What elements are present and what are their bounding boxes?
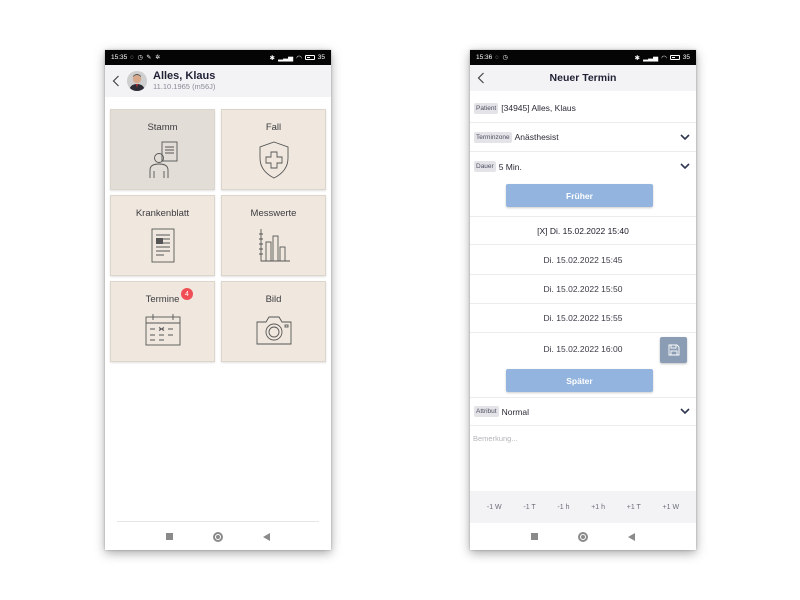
battery-icon — [304, 55, 315, 60]
later-button[interactable]: Später — [506, 369, 653, 392]
tile-fall[interactable]: Fall — [221, 109, 326, 190]
shift-minus-week-button[interactable]: -1 W — [487, 504, 502, 511]
bluetooth-icon: ✱ — [269, 54, 276, 62]
notification-icons: ◌ ◷ — [495, 55, 509, 61]
terminzone-select[interactable]: Terminzone Anästhesist — [470, 123, 696, 152]
patient-value: [34945] Alles, Klaus — [501, 103, 576, 113]
bluetooth-icon: ✱ — [634, 54, 641, 62]
recent-apps-icon[interactable] — [166, 533, 173, 540]
patient-row: Patient [34945] Alles, Klaus — [470, 94, 696, 123]
shift-plus-hour-button[interactable]: +1 h — [591, 504, 605, 511]
time-slot-selected[interactable]: [X] Di. 15.02.2022 15:40 — [470, 216, 696, 245]
status-right: ✱ ▂▃▅ ◠ 35 — [635, 54, 690, 62]
tile-label: Bild — [265, 294, 282, 305]
status-time: 15:35 — [111, 54, 128, 61]
dauer-select[interactable]: Dauer 5 Min. — [470, 152, 696, 181]
home-icon[interactable] — [213, 531, 223, 542]
phone-screen-new-appointment: 15:36 ◌ ◷ ✱ ▂▃▅ ◠ 35 Neuer Termin Patien… — [470, 50, 696, 550]
field-label-patient: Patient — [474, 102, 499, 114]
wifi-icon: ◠ — [296, 54, 302, 62]
tile-label: Stamm — [147, 122, 178, 133]
tile-label: Krankenblatt — [135, 208, 190, 219]
patient-header: Alles, Klaus 11.10.1965 (m56J) — [105, 65, 331, 97]
divider — [117, 521, 319, 522]
time-slot[interactable]: Di. 15.02.2022 15:45 — [470, 246, 696, 275]
wifi-icon: ◠ — [661, 54, 667, 62]
signal-icon: ▂▃▅ — [643, 54, 659, 62]
field-label-dauer: Dauer — [474, 161, 496, 172]
field-label-attribut: Attribut — [474, 406, 499, 417]
shift-plus-week-button[interactable]: +1 W — [663, 504, 680, 511]
status-bar: 15:35 ◌ ◷ ✎ ✲ ✱ ▂▃▅ ◠ 35 — [105, 50, 331, 65]
shield-cross-icon — [259, 141, 288, 179]
nav-back-icon[interactable] — [263, 532, 270, 541]
chevron-down-icon[interactable] — [680, 163, 690, 170]
tile-label: Fall — [265, 122, 282, 133]
battery-level: 35 — [317, 54, 325, 61]
patient-birthdate: 11.10.1965 (m56J) — [153, 81, 216, 91]
android-nav-bar — [470, 523, 696, 550]
battery-level: 35 — [682, 54, 690, 61]
terminzone-value: Anästhesist — [514, 132, 559, 142]
remark-input[interactable]: Bemerkung... — [473, 434, 518, 443]
tile-messwerte[interactable]: Messwerte — [221, 195, 326, 276]
field-label-terminzone: Terminzone — [474, 131, 512, 143]
calendar-icon — [145, 314, 180, 346]
chevron-down-icon[interactable] — [680, 408, 690, 415]
tile-bild[interactable]: Bild — [221, 281, 326, 362]
time-slot[interactable]: Di. 15.02.2022 15:50 — [470, 275, 696, 304]
page-title: Neuer Termin — [549, 72, 617, 84]
time-shift-bar: -1 W -1 T -1 h +1 h +1 T +1 W — [470, 491, 696, 523]
battery-icon — [669, 55, 680, 60]
signal-icon: ▂▃▅ — [278, 54, 294, 62]
back-chevron-icon[interactable] — [470, 65, 492, 91]
tile-krankenblatt[interactable]: Krankenblatt — [110, 195, 215, 276]
patient-name: Alles, Klaus — [153, 69, 216, 82]
tile-label: Termine — [145, 294, 180, 305]
home-icon[interactable] — [578, 531, 588, 542]
nav-back-icon[interactable] — [628, 532, 635, 541]
person-document-icon — [149, 141, 177, 178]
camera-icon — [256, 316, 291, 345]
status-bar: 15:36 ◌ ◷ ✱ ▂▃▅ ◠ 35 — [470, 50, 696, 65]
recent-apps-icon[interactable] — [531, 533, 538, 540]
chevron-down-icon[interactable] — [680, 133, 690, 141]
document-icon — [151, 228, 174, 263]
phone-screen-patient-menu: 15:35 ◌ ◷ ✎ ✲ ✱ ▂▃▅ ◠ 35 Alles, Klaus 11… — [105, 50, 331, 550]
attribut-select[interactable]: Attribut Normal — [470, 397, 696, 426]
earlier-button[interactable]: Früher — [506, 184, 653, 207]
shift-plus-day-button[interactable]: +1 T — [627, 504, 641, 511]
avatar — [127, 71, 147, 91]
attribut-value: Normal — [501, 406, 529, 417]
shift-minus-day-button[interactable]: -1 T — [523, 504, 535, 511]
appointment-count-badge: 4 — [181, 288, 193, 300]
menu-tiles: Stamm Fall Krankenblatt Messwerte Termin… — [110, 109, 326, 362]
page-header: Neuer Termin — [470, 65, 696, 91]
android-nav-bar — [105, 523, 331, 550]
tile-termine[interactable]: Termine 4 — [110, 281, 215, 362]
status-time: 15:36 — [476, 54, 493, 61]
shift-minus-hour-button[interactable]: -1 h — [557, 504, 569, 511]
save-button[interactable] — [660, 337, 687, 363]
dauer-value: 5 Min. — [498, 161, 522, 172]
back-chevron-icon[interactable] — [105, 65, 127, 97]
floppy-disk-icon — [668, 344, 679, 356]
time-slot[interactable]: Di. 15.02.2022 15:55 — [470, 304, 696, 333]
tile-label: Messwerte — [250, 208, 297, 219]
status-right: ✱ ▂▃▅ ◠ 35 — [270, 54, 325, 62]
bar-chart-icon — [258, 229, 290, 262]
tile-stamm[interactable]: Stamm — [110, 109, 215, 190]
notification-icons: ◌ ◷ ✎ ✲ — [130, 55, 162, 61]
